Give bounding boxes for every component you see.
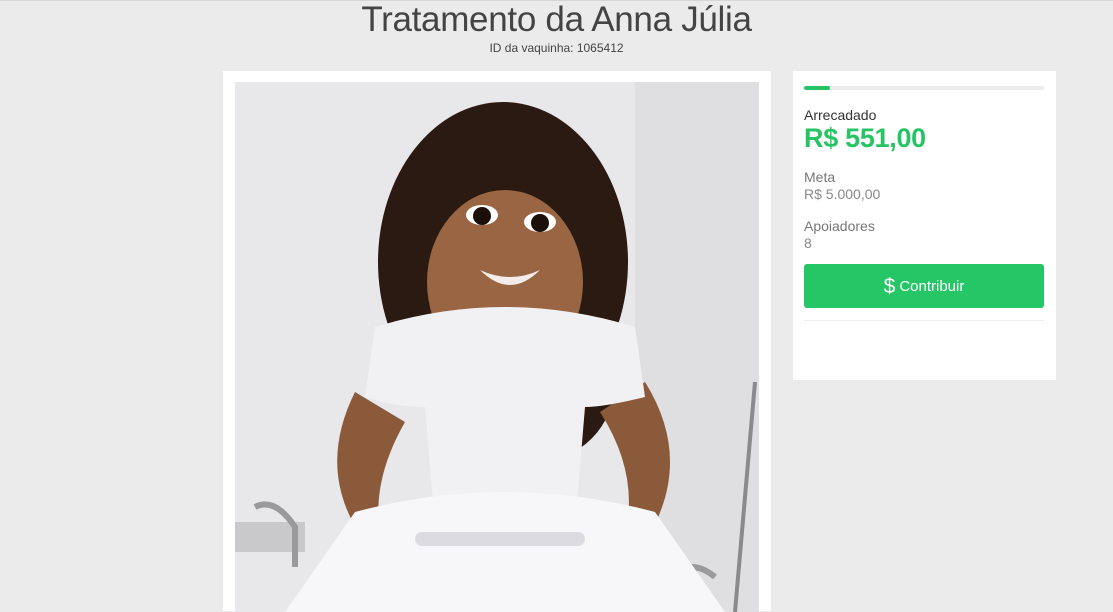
- page-title: Tratamento da Anna Júlia: [361, 0, 752, 39]
- goal-amount: R$ 5.000,00: [804, 186, 881, 202]
- dollar-icon: $: [883, 274, 896, 298]
- funding-progress-bar: [804, 86, 1044, 90]
- contribute-label: Contribuir: [899, 277, 965, 295]
- campaign-photo-card: [223, 71, 771, 612]
- supporters-label: Apoiadores: [804, 218, 875, 234]
- goal-label: Meta: [804, 169, 836, 185]
- divider: [804, 320, 1044, 321]
- campaign-photo: [235, 82, 759, 612]
- contribute-button[interactable]: $ Contribuir: [804, 264, 1044, 308]
- funding-progress-fill: [804, 86, 831, 90]
- raised-label: Arrecadado: [804, 107, 877, 123]
- supporters-count: 8: [804, 235, 812, 251]
- raised-amount: R$ 551,00: [804, 123, 926, 153]
- campaign-id: ID da vaquinha: 1065412: [489, 41, 624, 55]
- campaign-summary-card: Arrecadado R$ 551,00 Meta R$ 5.000,00 Ap…: [793, 71, 1056, 380]
